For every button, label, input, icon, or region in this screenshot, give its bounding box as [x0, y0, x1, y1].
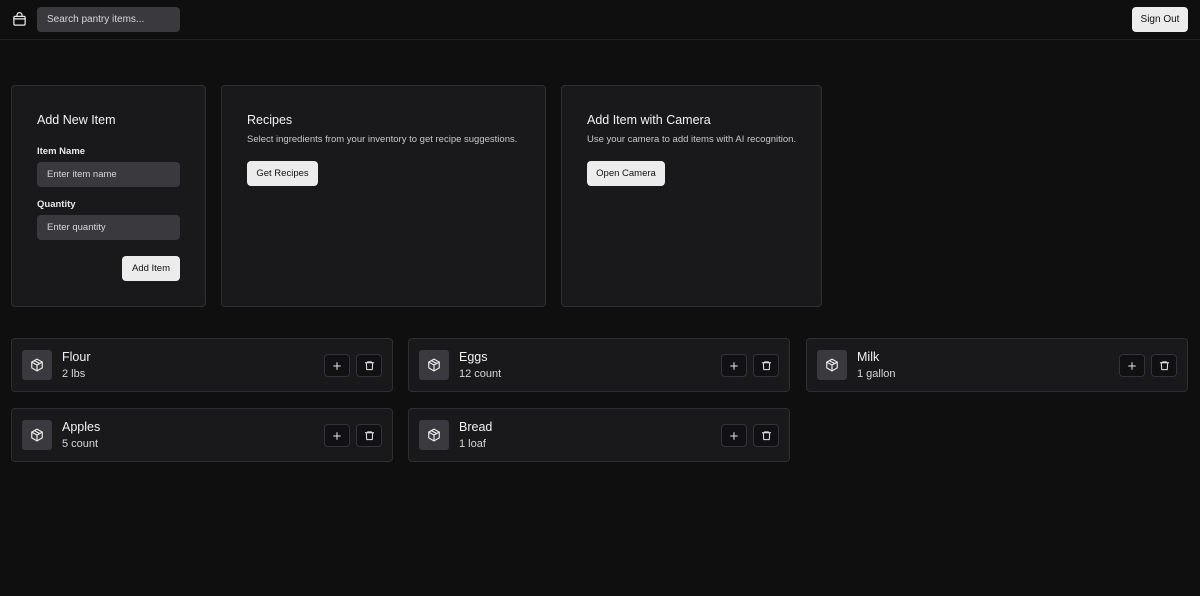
pantry-item-apples: Apples 5 count: [11, 408, 393, 462]
trash-icon: [1159, 361, 1169, 371]
sign-out-button[interactable]: Sign Out: [1132, 7, 1188, 32]
item-quantity: 2 lbs: [62, 368, 86, 380]
item-name: Bread: [459, 420, 493, 434]
trash-icon: [761, 431, 771, 441]
item-name-input[interactable]: [37, 162, 180, 187]
item-name-label: Item Name: [37, 146, 86, 157]
camera-description: Use your camera to add items with AI rec…: [587, 134, 797, 145]
delete-item-button[interactable]: [753, 354, 779, 377]
increase-quantity-button[interactable]: [1119, 354, 1145, 377]
plus-icon: [333, 361, 341, 370]
get-recipes-button[interactable]: Get Recipes: [247, 161, 318, 186]
add-item-button[interactable]: Add Item: [122, 256, 180, 281]
item-name: Flour: [62, 350, 91, 364]
add-item-card: Add New Item Item Name Quantity Add Item: [11, 85, 206, 307]
item-name: Milk: [857, 350, 880, 364]
open-camera-button[interactable]: Open Camera: [587, 161, 665, 186]
plus-icon: [730, 431, 738, 440]
recipes-card: Recipes Select ingredients from your inv…: [221, 85, 546, 307]
add-item-title: Add New Item: [37, 113, 116, 127]
item-name: Eggs: [459, 350, 488, 364]
pantry-item-milk: Milk 1 gallon: [806, 338, 1188, 392]
increase-quantity-button[interactable]: [721, 354, 747, 377]
plus-icon: [730, 361, 738, 370]
delete-item-button[interactable]: [1151, 354, 1177, 377]
increase-quantity-button[interactable]: [324, 354, 350, 377]
camera-title: Add Item with Camera: [587, 113, 711, 127]
delete-item-button[interactable]: [356, 424, 382, 447]
plus-icon: [333, 431, 341, 440]
package-icon: [22, 420, 52, 450]
plus-icon: [1128, 361, 1136, 370]
package-icon: [419, 420, 449, 450]
trash-icon: [761, 361, 771, 371]
trash-icon: [364, 431, 374, 441]
pantry-item-eggs: Eggs 12 count: [408, 338, 790, 392]
item-name: Apples: [62, 420, 101, 434]
item-quantity: 1 gallon: [857, 368, 896, 380]
camera-card: Add Item with Camera Use your camera to …: [561, 85, 822, 307]
package-icon: [419, 350, 449, 380]
recipes-description: Select ingredients from your inventory t…: [247, 134, 518, 145]
quantity-label: Quantity: [37, 199, 76, 210]
trash-icon: [364, 361, 374, 371]
item-quantity: 1 loaf: [459, 438, 486, 450]
shopping-bag-icon[interactable]: [11, 11, 27, 27]
increase-quantity-button[interactable]: [324, 424, 350, 447]
delete-item-button[interactable]: [356, 354, 382, 377]
increase-quantity-button[interactable]: [721, 424, 747, 447]
package-icon: [817, 350, 847, 380]
pantry-item-bread: Bread 1 loaf: [408, 408, 790, 462]
quantity-input[interactable]: [37, 215, 180, 240]
item-quantity: 5 count: [62, 438, 99, 450]
recipes-title: Recipes: [247, 113, 293, 127]
top-bar: Sign Out: [0, 0, 1200, 40]
pantry-item-flour: Flour 2 lbs: [11, 338, 393, 392]
item-quantity: 12 count: [459, 368, 502, 380]
delete-item-button[interactable]: [753, 424, 779, 447]
package-icon: [22, 350, 52, 380]
search-input[interactable]: [37, 7, 180, 32]
